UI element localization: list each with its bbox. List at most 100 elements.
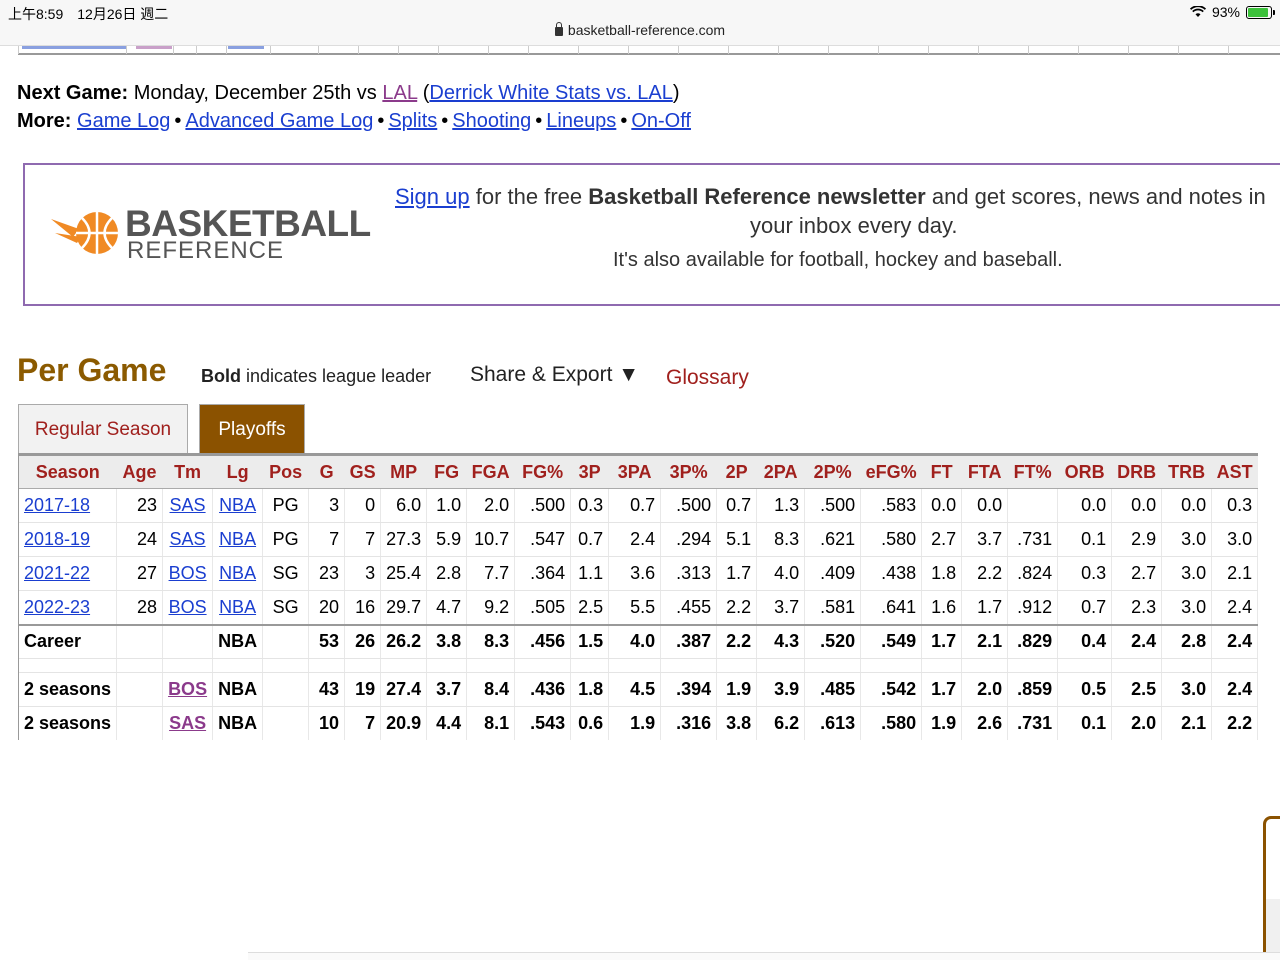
lineups-link[interactable]: Lineups (546, 110, 616, 132)
column-header-drb[interactable]: DRB (1111, 453, 1162, 489)
cell-3pa: 1.9 (608, 706, 662, 740)
per-game-table-container[interactable]: Season Age Tm Lg Pos G GS MP FG FGA FG% 3P 3PA 3P% 2P 2… (18, 453, 1280, 740)
advanced-game-log-link[interactable]: Advanced Game Log (185, 110, 373, 132)
cell-lg: NBA (212, 623, 264, 659)
column-header-ft[interactable]: FT (921, 453, 962, 489)
team-link[interactable]: BOS (169, 563, 207, 583)
league-link[interactable]: NBA (219, 529, 256, 549)
cell-tm: BOS (162, 556, 214, 591)
stats-vs-opponent-link[interactable]: Derrick White Stats vs. LAL (429, 82, 672, 104)
game-log-link[interactable]: Game Log (77, 110, 170, 132)
url-bar[interactable]: basketball-reference.com (0, 22, 1280, 38)
cell-fga: 7.7 (466, 556, 516, 591)
column-header-trb[interactable]: TRB (1161, 453, 1212, 489)
cell-season: 2 seasons (19, 672, 118, 707)
league-link[interactable]: NBA (219, 563, 256, 583)
cell-2p: 1.7 (716, 556, 758, 591)
cell-3p: 1.8 (570, 672, 610, 707)
column-header-efg-pct[interactable]: eFG% (860, 453, 922, 489)
league-link[interactable]: NBA (219, 495, 256, 515)
bold-note-text: indicates league leader (241, 366, 432, 386)
share-export-menu[interactable]: Share & Export ▼ (470, 363, 639, 387)
cell-2pa: 3.9 (756, 672, 806, 707)
glossary-toggle[interactable]: Glossary (666, 366, 749, 390)
team-link[interactable]: BOS (169, 597, 207, 617)
cell-3pa: 0.7 (608, 488, 662, 523)
cell-ft-pct (1007, 488, 1059, 523)
cell-3p-pct: .387 (660, 623, 718, 659)
column-header-fg[interactable]: FG (426, 453, 467, 489)
cell-3p: 1.5 (570, 623, 610, 659)
column-header-fga[interactable]: FGA (466, 453, 515, 489)
column-header-ast[interactable]: AST (1211, 453, 1258, 489)
season-link[interactable]: 2017-18 (24, 495, 90, 515)
cell-g: 20 (308, 590, 346, 625)
team-link[interactable]: SAS (169, 713, 206, 733)
cell-gs: 26 (344, 623, 382, 659)
table-header-row: Season Age Tm Lg Pos G GS MP FG FGA FG% 3P 3PA 3P% 2P 2… (19, 453, 1258, 489)
column-header-lg[interactable]: Lg (212, 453, 263, 489)
cell-2p: 0.7 (716, 488, 758, 523)
cell-orb: 0.1 (1057, 522, 1113, 557)
column-header-2pa[interactable]: 2PA (756, 453, 805, 489)
next-game-label: Next Game: (17, 82, 129, 104)
team-link[interactable]: SAS (170, 495, 206, 515)
signup-link[interactable]: Sign up (395, 184, 470, 209)
cell-fga: 9.2 (466, 590, 516, 625)
cell-lg: NBA (212, 488, 264, 523)
tab-regular-season[interactable]: Regular Season (18, 404, 188, 454)
cell-ast: 2.1 (1211, 556, 1259, 591)
column-header-fg-pct[interactable]: FG% (514, 453, 571, 489)
cell-season: 2021-22 (19, 556, 118, 591)
cell-ast: 2.4 (1211, 623, 1259, 659)
cell-tm: BOS (162, 672, 214, 707)
opponent-link[interactable]: LAL (382, 82, 417, 104)
cell-drb: 2.7 (1111, 556, 1163, 591)
next-game-line: Next Game: Monday, December 25th vs LAL … (17, 79, 680, 107)
browser-chrome: 上午8:59 12月26日 週二 93% basketball-referenc… (0, 0, 1280, 46)
basketball-reference-logo[interactable]: BASKETBALL REFERENCE (49, 203, 379, 264)
team-link[interactable]: BOS (168, 679, 207, 699)
cell-3pa: 4.0 (608, 623, 662, 659)
column-header-age[interactable]: Age (116, 453, 163, 489)
column-header-ft-pct[interactable]: FT% (1007, 453, 1058, 489)
column-header-tm[interactable]: Tm (162, 453, 213, 489)
cell-ast: 3.0 (1211, 522, 1259, 557)
cell-trb: 3.0 (1161, 590, 1213, 625)
column-header-season[interactable]: Season (19, 453, 117, 489)
cell-ft: 0.0 (921, 488, 963, 523)
team-link[interactable]: SAS (170, 529, 206, 549)
column-header-gs[interactable]: GS (344, 453, 381, 489)
side-widget[interactable] (1263, 816, 1280, 960)
column-header-3p-pct[interactable]: 3P% (660, 453, 717, 489)
league-link[interactable]: NBA (219, 597, 256, 617)
tab-playoffs[interactable]: Playoffs (199, 404, 305, 454)
cell-2pa: 8.3 (756, 522, 806, 557)
season-link[interactable]: 2022-23 (24, 597, 90, 617)
cell-fta: 2.0 (961, 672, 1009, 707)
column-header-g[interactable]: G (308, 453, 345, 489)
column-header-2p[interactable]: 2P (716, 453, 757, 489)
shooting-link[interactable]: Shooting (452, 110, 531, 132)
splits-link[interactable]: Splits (388, 110, 437, 132)
cell-tm: SAS (162, 706, 214, 740)
cell-lg: NBA (212, 590, 264, 625)
column-header-3p[interactable]: 3P (570, 453, 609, 489)
column-header-2p-pct[interactable]: 2P% (804, 453, 861, 489)
column-header-orb[interactable]: ORB (1057, 453, 1112, 489)
season-link[interactable]: 2018-19 (24, 529, 90, 549)
column-header-mp[interactable]: MP (380, 453, 427, 489)
column-header-fta[interactable]: FTA (961, 453, 1008, 489)
column-header-3pa[interactable]: 3PA (608, 453, 661, 489)
cell-ft-pct: .859 (1007, 672, 1059, 707)
cell-orb: 0.1 (1057, 706, 1113, 740)
column-header-pos[interactable]: Pos (262, 453, 309, 489)
logo-word-reference: REFERENCE (127, 237, 285, 264)
cell-2pa: 3.7 (756, 590, 806, 625)
bullet-separator: • (535, 110, 543, 132)
season-link[interactable]: 2021-22 (24, 563, 90, 583)
per-game-table: Season Age Tm Lg Pos G GS MP FG FGA FG% 3P 3PA 3P% 2P 2… (19, 453, 1259, 740)
on-off-link[interactable]: On-Off (631, 110, 691, 132)
bullet-separator: • (174, 110, 182, 132)
cell-efg-pct: .641 (860, 590, 923, 625)
